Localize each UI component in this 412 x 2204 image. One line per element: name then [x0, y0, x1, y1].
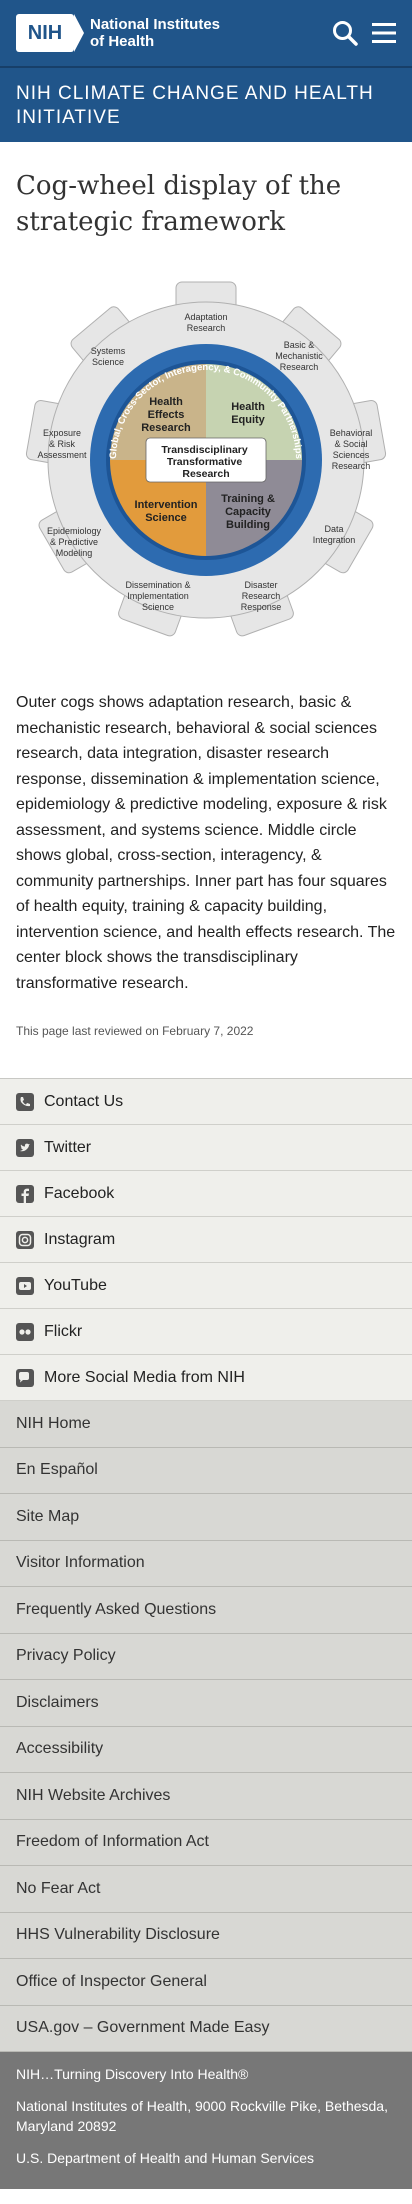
social-links: Contact Us Twitter Facebook Instagram Yo…	[0, 1078, 412, 1401]
last-reviewed: This page last reviewed on February 7, 2…	[16, 1024, 254, 1038]
social-label: Facebook	[44, 1184, 115, 1202]
social-item-facebook[interactable]: Facebook	[0, 1171, 412, 1217]
logo-line1: National Institutes	[90, 16, 221, 33]
label-training: Training & Capacity Building	[221, 493, 275, 531]
footer-link[interactable]: HHS Vulnerability Disclosure	[0, 1912, 412, 1959]
label-health-equity: Health Equity	[231, 401, 265, 426]
figure-description: Outer cogs shows adaptation research, ba…	[16, 694, 396, 992]
nih-logo[interactable]: NIH National Institutes of Health	[16, 14, 220, 52]
social-label: Instagram	[44, 1230, 116, 1248]
logo-abbr: NIH	[16, 14, 84, 52]
footer-link[interactable]: Privacy Policy	[0, 1633, 412, 1680]
social-item-twitter[interactable]: Twitter	[0, 1125, 412, 1171]
initiative-banner[interactable]: NIH CLIMATE CHANGE AND HEALTH INITIATIVE	[0, 66, 412, 142]
cog-disaster: Disaster Research Response	[241, 580, 282, 612]
social-label: More Social Media from NIH	[44, 1368, 245, 1386]
footer-link[interactable]: USA.gov – Government Made Easy	[0, 2005, 412, 2052]
social-item-youtube[interactable]: YouTube	[0, 1263, 412, 1309]
facebook-icon	[16, 1184, 34, 1203]
site-header: NIH National Institutes of Health	[0, 0, 412, 66]
footer-link[interactable]: Disclaimers	[0, 1680, 412, 1727]
site-footer: NIH…Turning Discovery Into Health® Natio…	[0, 2052, 412, 2189]
cog-adaptation: Adaptation Research	[184, 312, 227, 333]
footer-link[interactable]: Office of Inspector General	[0, 1959, 412, 2006]
youtube-icon	[16, 1276, 34, 1295]
social-item-more[interactable]: More Social Media from NIH	[0, 1355, 412, 1401]
menu-icon[interactable]	[372, 22, 396, 44]
instagram-icon	[16, 1230, 34, 1249]
footer-link[interactable]: No Fear Act	[0, 1866, 412, 1913]
footer-link[interactable]: NIH Home	[0, 1401, 412, 1448]
twitter-icon	[16, 1138, 34, 1157]
footer-link[interactable]: Frequently Asked Questions	[0, 1587, 412, 1634]
cog-behavioral: Behavioral & Social Sciences Research	[330, 428, 373, 471]
footer-tagline: NIH…Turning Discovery Into Health®	[16, 2066, 249, 2082]
phone-icon	[16, 1092, 34, 1111]
footer-link[interactable]: Accessibility	[0, 1726, 412, 1773]
cog-wheel-figure: Transdisciplinary Transformative Researc…	[25, 281, 387, 637]
footer-link[interactable]: Visitor Information	[0, 1540, 412, 1587]
search-icon[interactable]	[332, 20, 358, 46]
cog-systems: Systems Science	[91, 346, 126, 367]
footer-link[interactable]: Site Map	[0, 1494, 412, 1541]
footer-address: National Institutes of Health, 9000 Rock…	[16, 2098, 388, 2134]
social-label: Twitter	[44, 1138, 92, 1156]
social-label: YouTube	[44, 1276, 107, 1294]
page-title: Cog-wheel display of the strategic frame…	[16, 171, 342, 237]
social-label: Flickr	[44, 1322, 83, 1340]
footer-hhs-link[interactable]: U.S. Department of Health and Human Serv…	[16, 2148, 396, 2168]
flickr-icon	[16, 1322, 34, 1341]
footer-links: NIH Home En Español Site Map Visitor Inf…	[0, 1401, 412, 2052]
footer-link[interactable]: NIH Website Archives	[0, 1773, 412, 1820]
social-label: Contact Us	[44, 1092, 124, 1110]
footer-link[interactable]: Freedom of Information Act	[0, 1819, 412, 1866]
logo-text: National Institutes of Health	[90, 16, 220, 50]
social-item-contact[interactable]: Contact Us	[0, 1079, 412, 1125]
social-item-flickr[interactable]: Flickr	[0, 1309, 412, 1355]
social-item-instagram[interactable]: Instagram	[0, 1217, 412, 1263]
logo-line2: of Health	[90, 33, 155, 50]
chat-icon	[16, 1368, 34, 1387]
footer-link[interactable]: En Español	[0, 1447, 412, 1494]
main-content: Cog-wheel display of the strategic frame…	[0, 168, 412, 1038]
